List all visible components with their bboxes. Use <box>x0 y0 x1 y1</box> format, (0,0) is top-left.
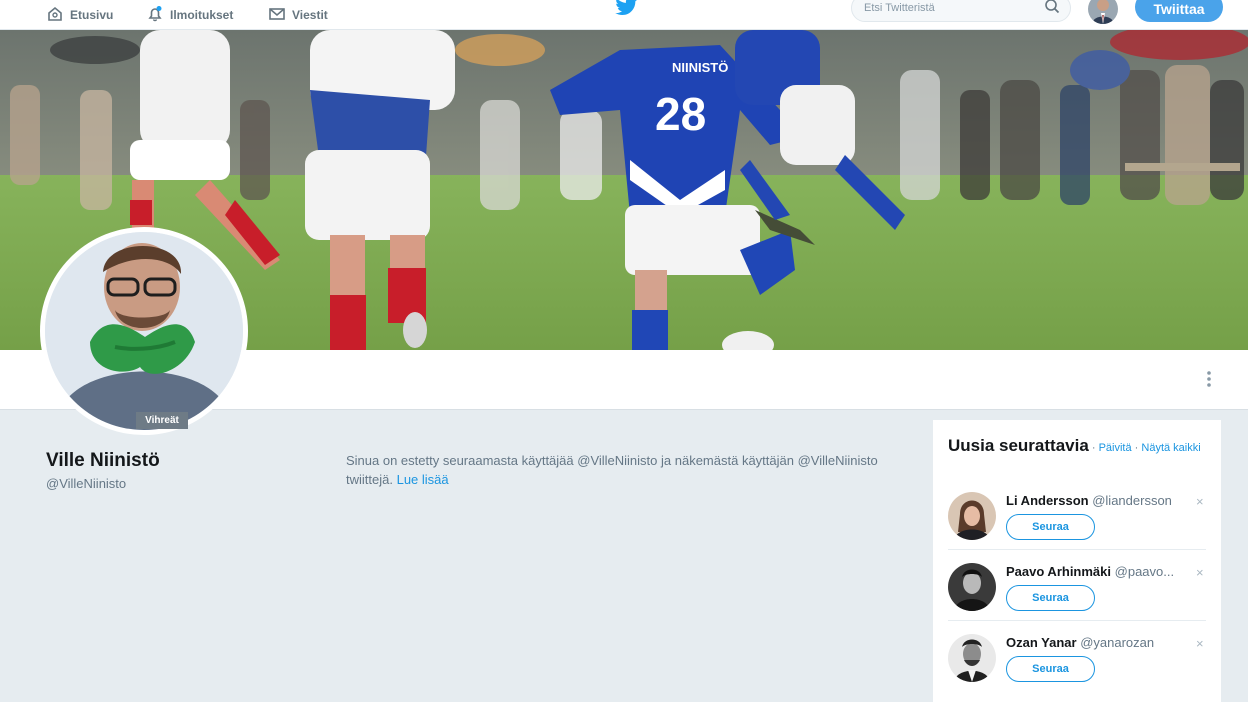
suggested-user-name[interactable]: Ozan Yanar @yanarozan <box>1006 635 1154 650</box>
profile-handle: @VilleNiinisto <box>46 476 127 491</box>
search-input[interactable] <box>864 2 1044 14</box>
who-to-follow-panel: Uusia seurattavia · Päivitä · Näytä kaik… <box>933 420 1221 702</box>
suggested-user: Paavo Arhinmäki @paavo... × Seuraa <box>948 563 1206 633</box>
suggested-user-name[interactable]: Paavo Arhinmäki @paavo... <box>1006 564 1174 579</box>
follow-button[interactable]: Seuraa <box>1006 514 1095 540</box>
blocked-notice: Sinua on estetty seuraamasta käyttäjää @… <box>346 451 920 489</box>
divider <box>948 549 1206 550</box>
divider <box>948 620 1206 621</box>
search-icon[interactable] <box>1044 0 1060 19</box>
nav-messages[interactable]: Viestit <box>268 0 328 30</box>
home-icon <box>46 5 64 26</box>
suggested-user-avatar[interactable] <box>948 634 996 682</box>
suggested-user-handle: @yanarozan <box>1080 635 1155 650</box>
dismiss-close-icon[interactable]: × <box>1196 565 1204 580</box>
suggested-user-handle: @paavo... <box>1114 564 1175 579</box>
follow-button[interactable]: Seuraa <box>1006 656 1095 682</box>
vertical-ellipsis-icon[interactable] <box>1200 370 1218 390</box>
title-separator: · <box>1088 442 1099 454</box>
nav-notifications-label: Ilmoitukset <box>170 8 234 22</box>
jersey-number: 28 <box>655 88 706 140</box>
dismiss-close-icon[interactable]: × <box>1196 494 1204 509</box>
suggested-user: Li Andersson @liandersson × Seuraa <box>948 492 1206 562</box>
profile-avatar[interactable] <box>40 227 248 435</box>
avatar-party-tag: Vihreät <box>136 412 188 429</box>
learn-more-link[interactable]: Lue lisää <box>397 472 449 487</box>
nav-home[interactable]: Etusivu <box>46 0 113 30</box>
refresh-link[interactable]: Päivitä <box>1099 442 1132 454</box>
tweet-button[interactable]: Twiittaa <box>1135 0 1223 22</box>
nav-home-label: Etusivu <box>70 8 114 22</box>
suggested-user: Ozan Yanar @yanarozan × Seuraa <box>948 634 1206 702</box>
suggested-user-avatar[interactable] <box>948 492 996 540</box>
user-avatar[interactable] <box>1088 0 1118 24</box>
who-to-follow-header: Uusia seurattavia · Päivitä · Näytä kaik… <box>948 436 1210 456</box>
suggested-user-avatar[interactable] <box>948 563 996 611</box>
view-all-link[interactable]: Näytä kaikki <box>1141 442 1200 454</box>
twitter-bird-icon[interactable] <box>615 0 639 18</box>
dismiss-close-icon[interactable]: × <box>1196 636 1204 651</box>
profile-name: Ville Niinistö <box>46 450 160 471</box>
suggested-user-name[interactable]: Li Andersson @liandersson <box>1006 493 1172 508</box>
nav-messages-label: Viestit <box>292 8 328 22</box>
jersey-text: NIINISTÖ <box>672 60 728 75</box>
search-box <box>851 0 1071 22</box>
title-separator-2: · <box>1131 442 1142 454</box>
nav-notifications[interactable]: Ilmoitukset <box>146 0 233 30</box>
bell-icon <box>146 5 164 26</box>
suggested-user-handle: @liandersson <box>1092 493 1172 508</box>
top-navigation: Etusivu Ilmoitukset Viestit Twiittaa <box>0 0 1248 30</box>
who-to-follow-title: Uusia seurattavia <box>948 436 1089 455</box>
envelope-icon <box>268 5 286 26</box>
follow-button[interactable]: Seuraa <box>1006 585 1095 611</box>
